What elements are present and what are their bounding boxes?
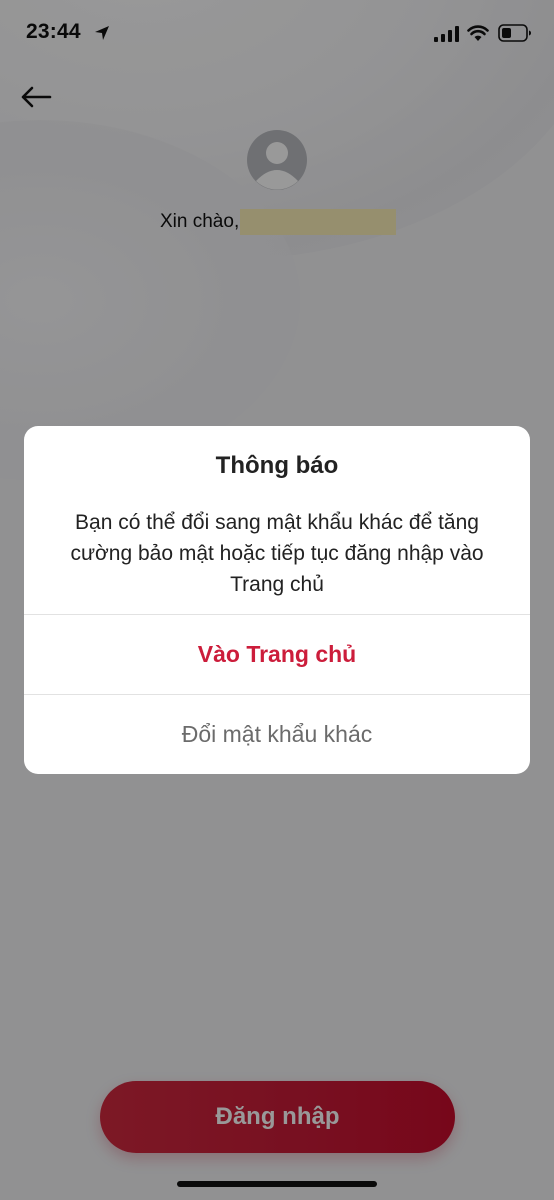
change-password-button[interactable]: Đổi mật khẩu khác: [24, 695, 530, 773]
go-to-home-button[interactable]: Vào Trang chủ: [24, 615, 530, 693]
dialog-title: Thông báo: [215, 452, 339, 479]
dialog-message: Bạn có thể đổi sang mật khẩu khác để tăn…: [70, 511, 484, 596]
